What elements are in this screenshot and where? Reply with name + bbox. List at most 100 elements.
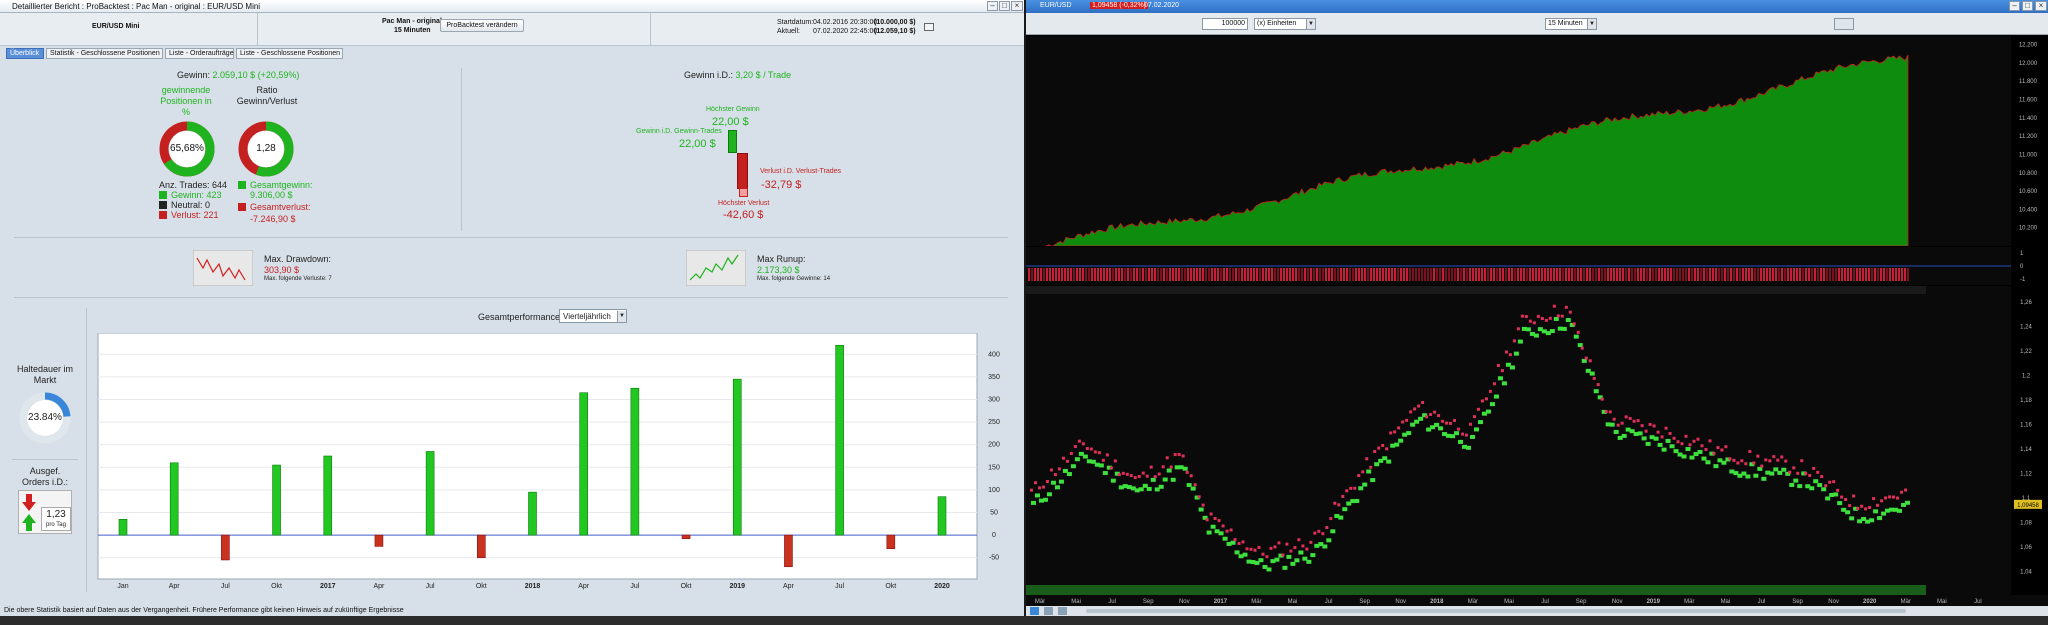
per-trade-value: 3,20 $ / Trade [735,70,792,80]
time-axis-label: Nov [1828,599,1839,605]
price-mark-high [1508,353,1512,357]
trade-marker [1298,268,1300,281]
equity-y-tick: 12.200 [2019,43,2038,49]
trade-marker [1907,268,1909,281]
total-gain-label: Gesamtgewinn: [250,180,313,190]
chart-type-icon[interactable] [1834,18,1854,30]
price-mark-high [1169,465,1173,469]
tab-orders[interactable]: Liste - Orderaufträge [165,48,234,59]
price-mark-low [1869,518,1875,523]
time-axis-label: Sep [1792,599,1803,605]
x-tick-label: Apr [578,583,590,590]
time-axis-label: Mai [1071,599,1081,605]
minimize-icon[interactable]: – [2009,1,2020,11]
price-mark-low [1070,464,1076,469]
price-mark-low [1525,327,1531,332]
trade-marker [1688,268,1690,281]
price-mark-high [1301,544,1305,548]
export-icon[interactable] [924,23,934,31]
price-mark-low [1098,463,1104,468]
price-mark-low [1162,477,1168,482]
price-mark-low [1050,480,1056,485]
performance-period-select[interactable]: Vierteljährlich ▼ [559,309,627,323]
trade-marker [1496,268,1498,281]
close-icon[interactable]: × [2035,1,2047,11]
tab-closed-list[interactable]: Liste - Geschlossene Positionen [236,48,343,59]
price-mark-low [1366,469,1372,474]
price-mark-low [1242,552,1248,557]
price-mark-high [1245,547,1249,551]
trade-marker [1811,268,1813,281]
trade-marker [1667,268,1669,281]
price-badge: 1,09458 (-0,32%) [1090,2,1149,9]
price-mark-high [1137,474,1141,478]
trade-marker [1478,268,1480,281]
trade-marker [1421,268,1423,281]
zoom-icon[interactable] [1044,607,1053,615]
trade-marker [1880,268,1882,281]
total-gain-legend-icon [238,181,246,189]
quantity-input[interactable]: 100000 [1202,18,1248,30]
price-mark-low [1362,482,1368,487]
time-axis-label: Jul [1325,599,1333,605]
price-y-tick: 1,24 [2020,325,2032,331]
price-mark-high [1353,486,1357,490]
trade-marker [1127,268,1129,281]
y-tick-label: 400 [988,351,1000,358]
price-mark-high [1125,472,1129,476]
close-icon[interactable]: × [1011,1,1023,11]
trade-marker [1679,268,1681,281]
price-mark-low [1825,496,1831,501]
tab-closed-stats[interactable]: Statistik - Geschlossene Positionen [46,48,163,59]
chart-scrollbar[interactable] [1086,609,1906,613]
chevron-down-icon[interactable]: ▼ [1587,19,1596,29]
total-loss-value: -7.246,90 $ [250,214,296,224]
trade-marker [1247,268,1249,281]
price-mark-low [1769,471,1775,476]
time-axis-label: 2019 [1647,599,1661,605]
tab-overview[interactable]: Überblick [6,48,44,59]
trade-marker [1058,268,1060,281]
price-mark-high [1804,471,1808,475]
price-mark-low [1182,466,1188,471]
trade-marker [1526,268,1528,281]
price-mark-low [1905,500,1911,505]
trade-marker [1511,268,1513,281]
price-mark-high [1441,419,1445,423]
price-mark-high [1832,480,1836,484]
price-mark-high [1664,426,1668,430]
price-mark-low [1218,531,1224,536]
price-mark-high [1632,419,1636,423]
price-mark-low [1669,444,1675,449]
price-mark-high [1201,503,1205,507]
minimize-icon[interactable]: – [987,1,998,11]
maximize-icon[interactable]: □ [999,1,1010,11]
chevron-down-icon[interactable]: ▼ [1306,19,1315,29]
trade-marker [1865,268,1867,281]
change-backtest-button[interactable]: ProBacktest verändern [440,19,524,32]
price-mark-low [1565,318,1571,323]
price-mark-low [1266,567,1272,572]
trade-marker [1439,268,1441,281]
price-mark-high [1449,421,1453,425]
price-mark-high [1704,448,1708,452]
chevron-down-icon[interactable]: ▼ [617,311,626,322]
price-mark-high [1077,439,1081,443]
y-tick-label: 300 [988,397,1000,404]
runup-value: 2.173,30 $ [757,265,800,275]
trade-marker [1034,268,1036,281]
trade-marker [1835,268,1837,281]
trade-marker [1550,268,1552,281]
maximize-icon[interactable]: □ [2022,1,2033,11]
ratio-value: 1,28 [256,143,276,154]
trade-marker [1244,268,1246,281]
share-icon[interactable] [1030,607,1039,615]
price-mark-low [1190,486,1196,491]
price-mark-high [1576,330,1580,334]
time-axis-label: Mär [1684,599,1694,605]
price-mark-high [1093,450,1097,454]
settings-icon[interactable] [1058,607,1067,615]
price-mark-low [1438,426,1444,431]
trade-marker [1652,268,1654,281]
trade-marker [1292,268,1294,281]
